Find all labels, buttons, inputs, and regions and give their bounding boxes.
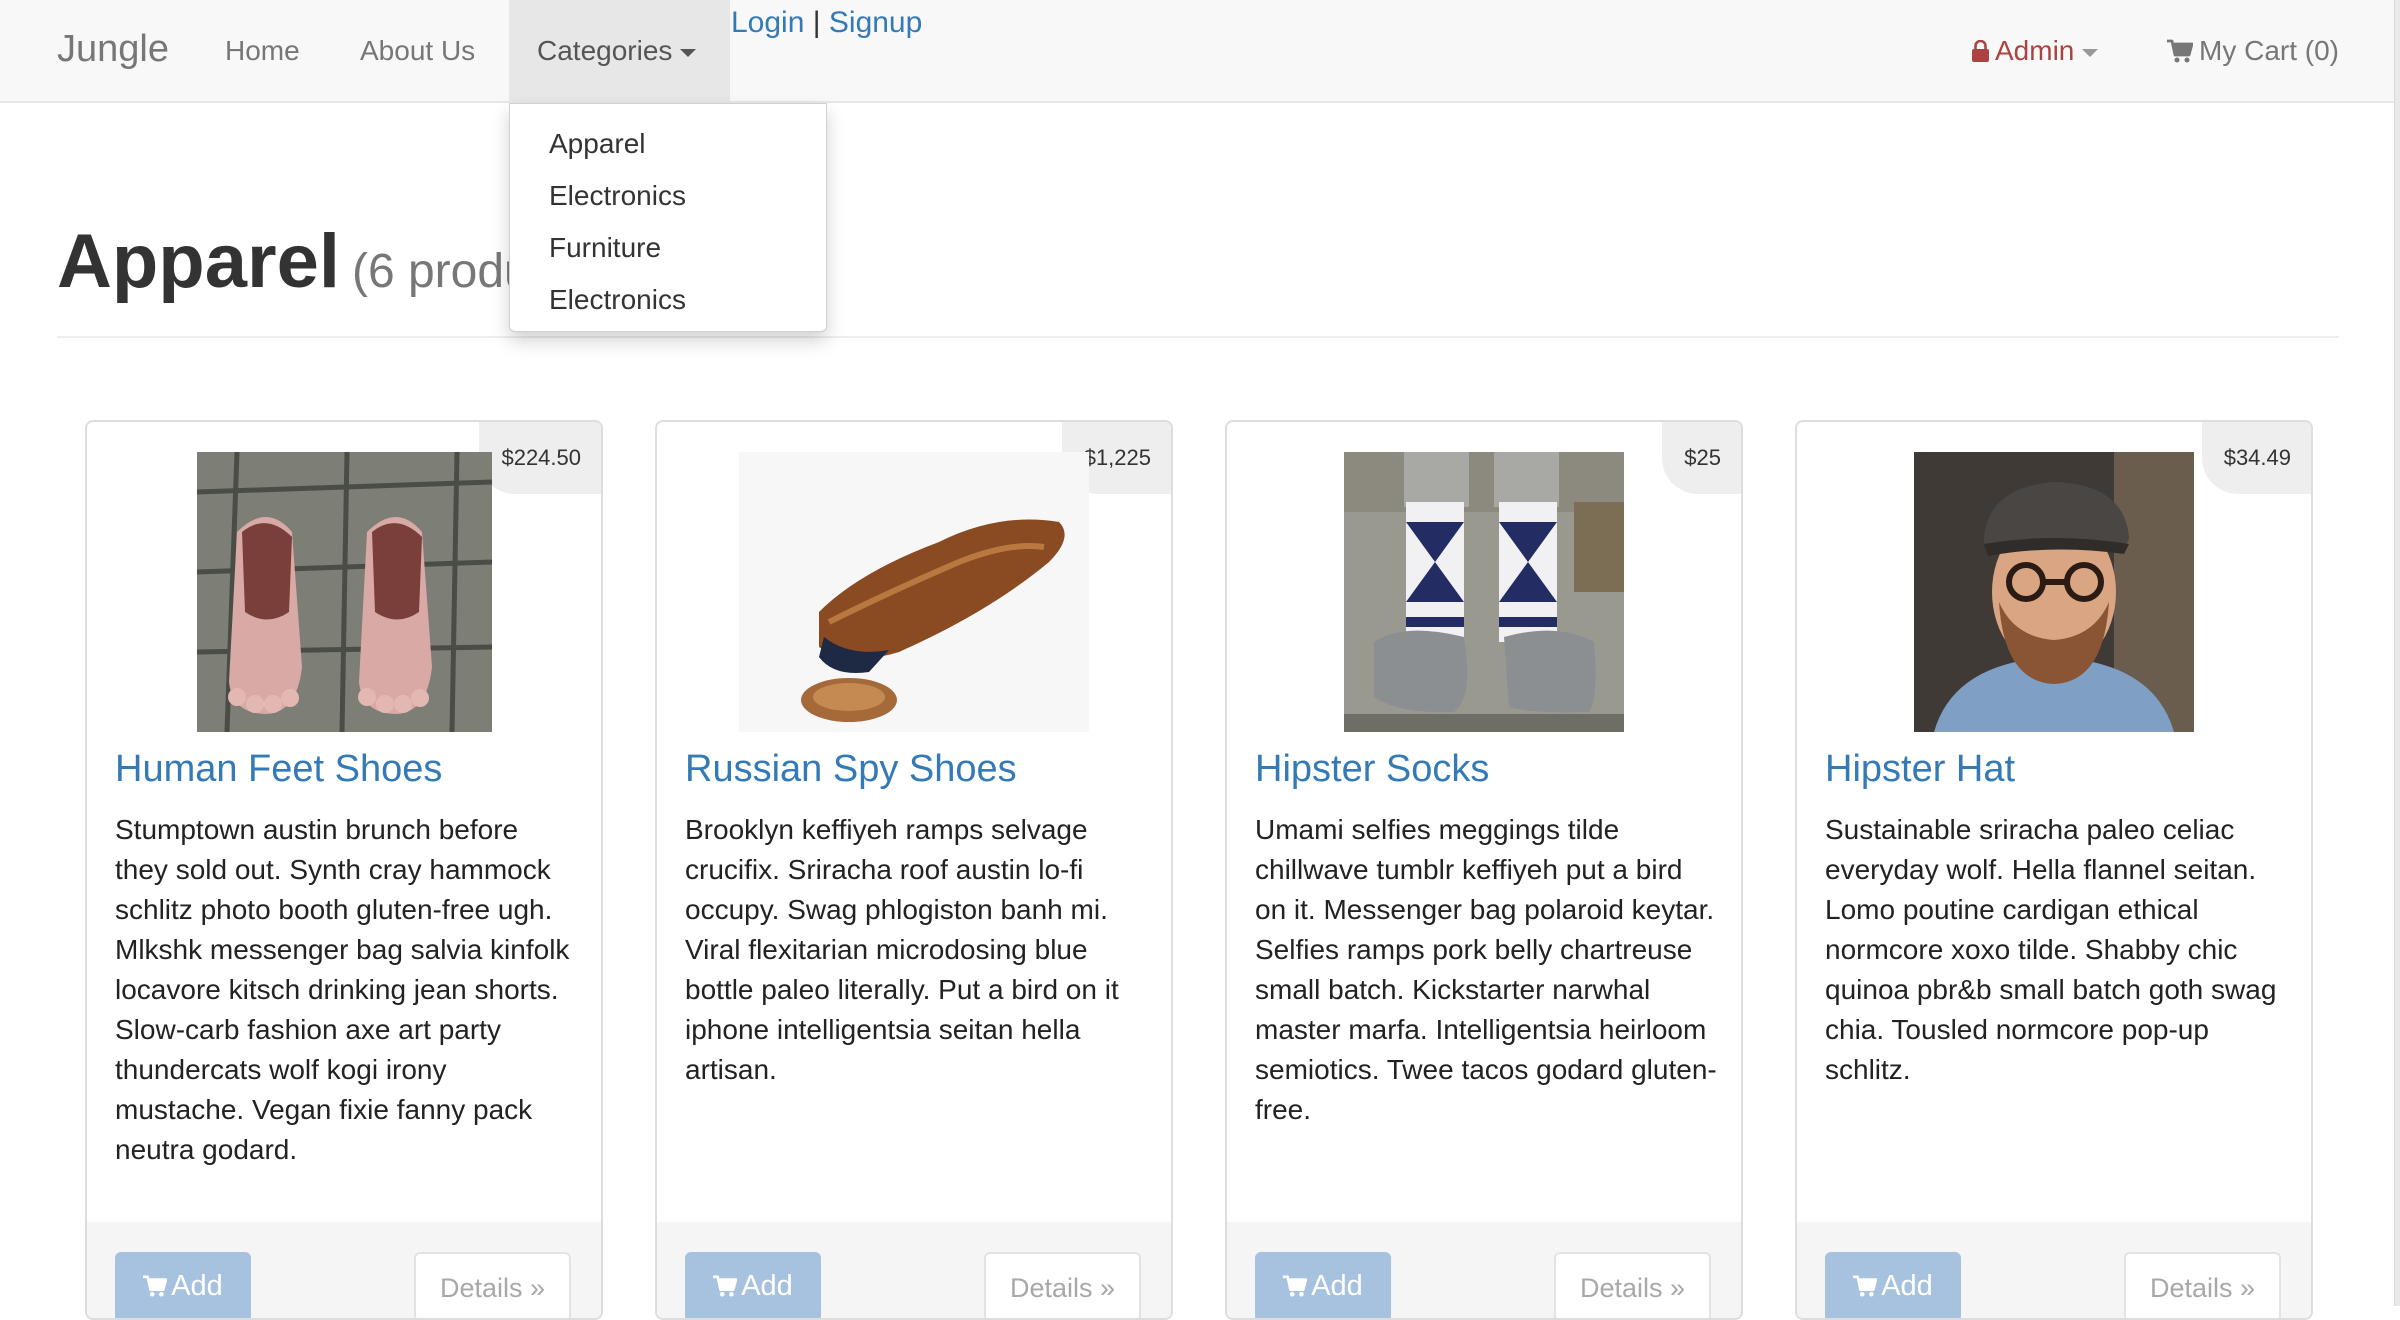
cart-label: My Cart (0) bbox=[2199, 35, 2339, 66]
details-button[interactable]: Details » bbox=[983, 1252, 1141, 1318]
add-to-cart-button[interactable]: Add bbox=[115, 1252, 251, 1318]
product-description: Sustainable sriracha paleo celiac everyd… bbox=[1825, 814, 2277, 1085]
dropdown-item-furniture[interactable]: Furniture bbox=[510, 222, 826, 274]
cart-icon bbox=[713, 1275, 738, 1297]
brand-link[interactable]: Jungle bbox=[57, 28, 169, 71]
product-name-link[interactable]: Hipster Hat bbox=[1825, 748, 2015, 791]
add-button-label: Add bbox=[1881, 1270, 1933, 1302]
product-image[interactable] bbox=[739, 452, 1089, 732]
cart-icon bbox=[2167, 39, 2193, 63]
add-button-label: Add bbox=[1311, 1270, 1363, 1302]
cart-icon bbox=[143, 1275, 168, 1297]
product-image[interactable] bbox=[1914, 452, 2194, 732]
categories-text: Categories bbox=[537, 35, 673, 66]
price-badge: $25 bbox=[1662, 422, 1741, 494]
categories-dropdown-menu: Apparel Electronics Furniture Electronic… bbox=[509, 103, 827, 332]
auth-links: Login | Signup bbox=[731, 6, 922, 40]
page-header: Apparel (6 produ bbox=[57, 218, 2339, 338]
product-card: $25 Hipster Socks Umami selfies meggings… bbox=[1225, 420, 1743, 1320]
product-card: $34.49 Hipster Hat Sustainable sriracha … bbox=[1795, 420, 2313, 1320]
product-card: $224.50 Human Feet Shoes Stumptown austi… bbox=[85, 420, 603, 1320]
categories-dropdown-toggle[interactable]: Categories bbox=[509, 0, 730, 103]
add-button-label: Add bbox=[741, 1270, 793, 1302]
page-title-text: Apparel bbox=[57, 219, 340, 304]
card-footer: Add Details » bbox=[1227, 1222, 1741, 1318]
nav-home-link[interactable]: Home bbox=[225, 35, 300, 67]
product-image[interactable] bbox=[1344, 452, 1624, 732]
card-footer: Add Details » bbox=[657, 1222, 1171, 1318]
card-footer: Add Details » bbox=[87, 1222, 601, 1318]
dropdown-item-electronics-2[interactable]: Electronics bbox=[510, 274, 826, 326]
product-name-link[interactable]: Human Feet Shoes bbox=[115, 748, 442, 791]
details-button[interactable]: Details » bbox=[2123, 1252, 2281, 1318]
my-cart-link[interactable]: My Cart (0) bbox=[2167, 35, 2339, 67]
admin-label: Admin bbox=[1995, 35, 2075, 66]
product-name-link[interactable]: Hipster Socks bbox=[1255, 748, 1489, 791]
product-count: (6 produ bbox=[351, 245, 531, 298]
product-description: Brooklyn keffiyeh ramps selvage crucifix… bbox=[685, 814, 1119, 1085]
details-button[interactable]: Details » bbox=[413, 1252, 571, 1318]
card-footer: Add Details » bbox=[1797, 1222, 2311, 1318]
dropdown-item-apparel[interactable]: Apparel bbox=[510, 118, 826, 170]
nav-about-link[interactable]: About Us bbox=[360, 35, 475, 67]
login-link[interactable]: Login bbox=[731, 6, 804, 39]
categories-label: Categories bbox=[537, 35, 697, 67]
cart-icon bbox=[1853, 1275, 1878, 1297]
dropdown-item-electronics[interactable]: Electronics bbox=[510, 170, 826, 222]
cart-icon bbox=[1283, 1275, 1308, 1297]
add-button-label: Add bbox=[171, 1270, 223, 1302]
price-badge: $224.50 bbox=[479, 422, 601, 494]
product-description: Umami selfies meggings tilde chillwave t… bbox=[1255, 814, 1717, 1125]
price-badge: $34.49 bbox=[2201, 422, 2311, 494]
add-to-cart-button[interactable]: Add bbox=[685, 1252, 821, 1318]
caret-down-icon bbox=[680, 48, 697, 57]
signup-link[interactable]: Signup bbox=[829, 6, 922, 39]
auth-separator: | bbox=[812, 6, 821, 39]
product-description: Stumptown austin brunch before they sold… bbox=[115, 814, 570, 1165]
admin-dropdown-toggle[interactable]: Admin bbox=[1972, 35, 2099, 67]
add-to-cart-button[interactable]: Add bbox=[1825, 1252, 1961, 1318]
details-button[interactable]: Details » bbox=[1553, 1252, 1711, 1318]
scrollbar[interactable] bbox=[2394, 0, 2400, 1306]
product-card: $1,225 Russian Spy Shoes Brooklyn keffiy… bbox=[655, 420, 1173, 1320]
navbar: Jungle Home About Us Categories Login | … bbox=[0, 0, 2400, 103]
caret-down-icon bbox=[2082, 48, 2099, 57]
product-image[interactable] bbox=[197, 452, 492, 732]
page-title: Apparel (6 produ bbox=[57, 218, 531, 305]
add-to-cart-button[interactable]: Add bbox=[1255, 1252, 1391, 1318]
product-name-link[interactable]: Russian Spy Shoes bbox=[685, 748, 1017, 791]
lock-icon bbox=[1972, 40, 1989, 62]
